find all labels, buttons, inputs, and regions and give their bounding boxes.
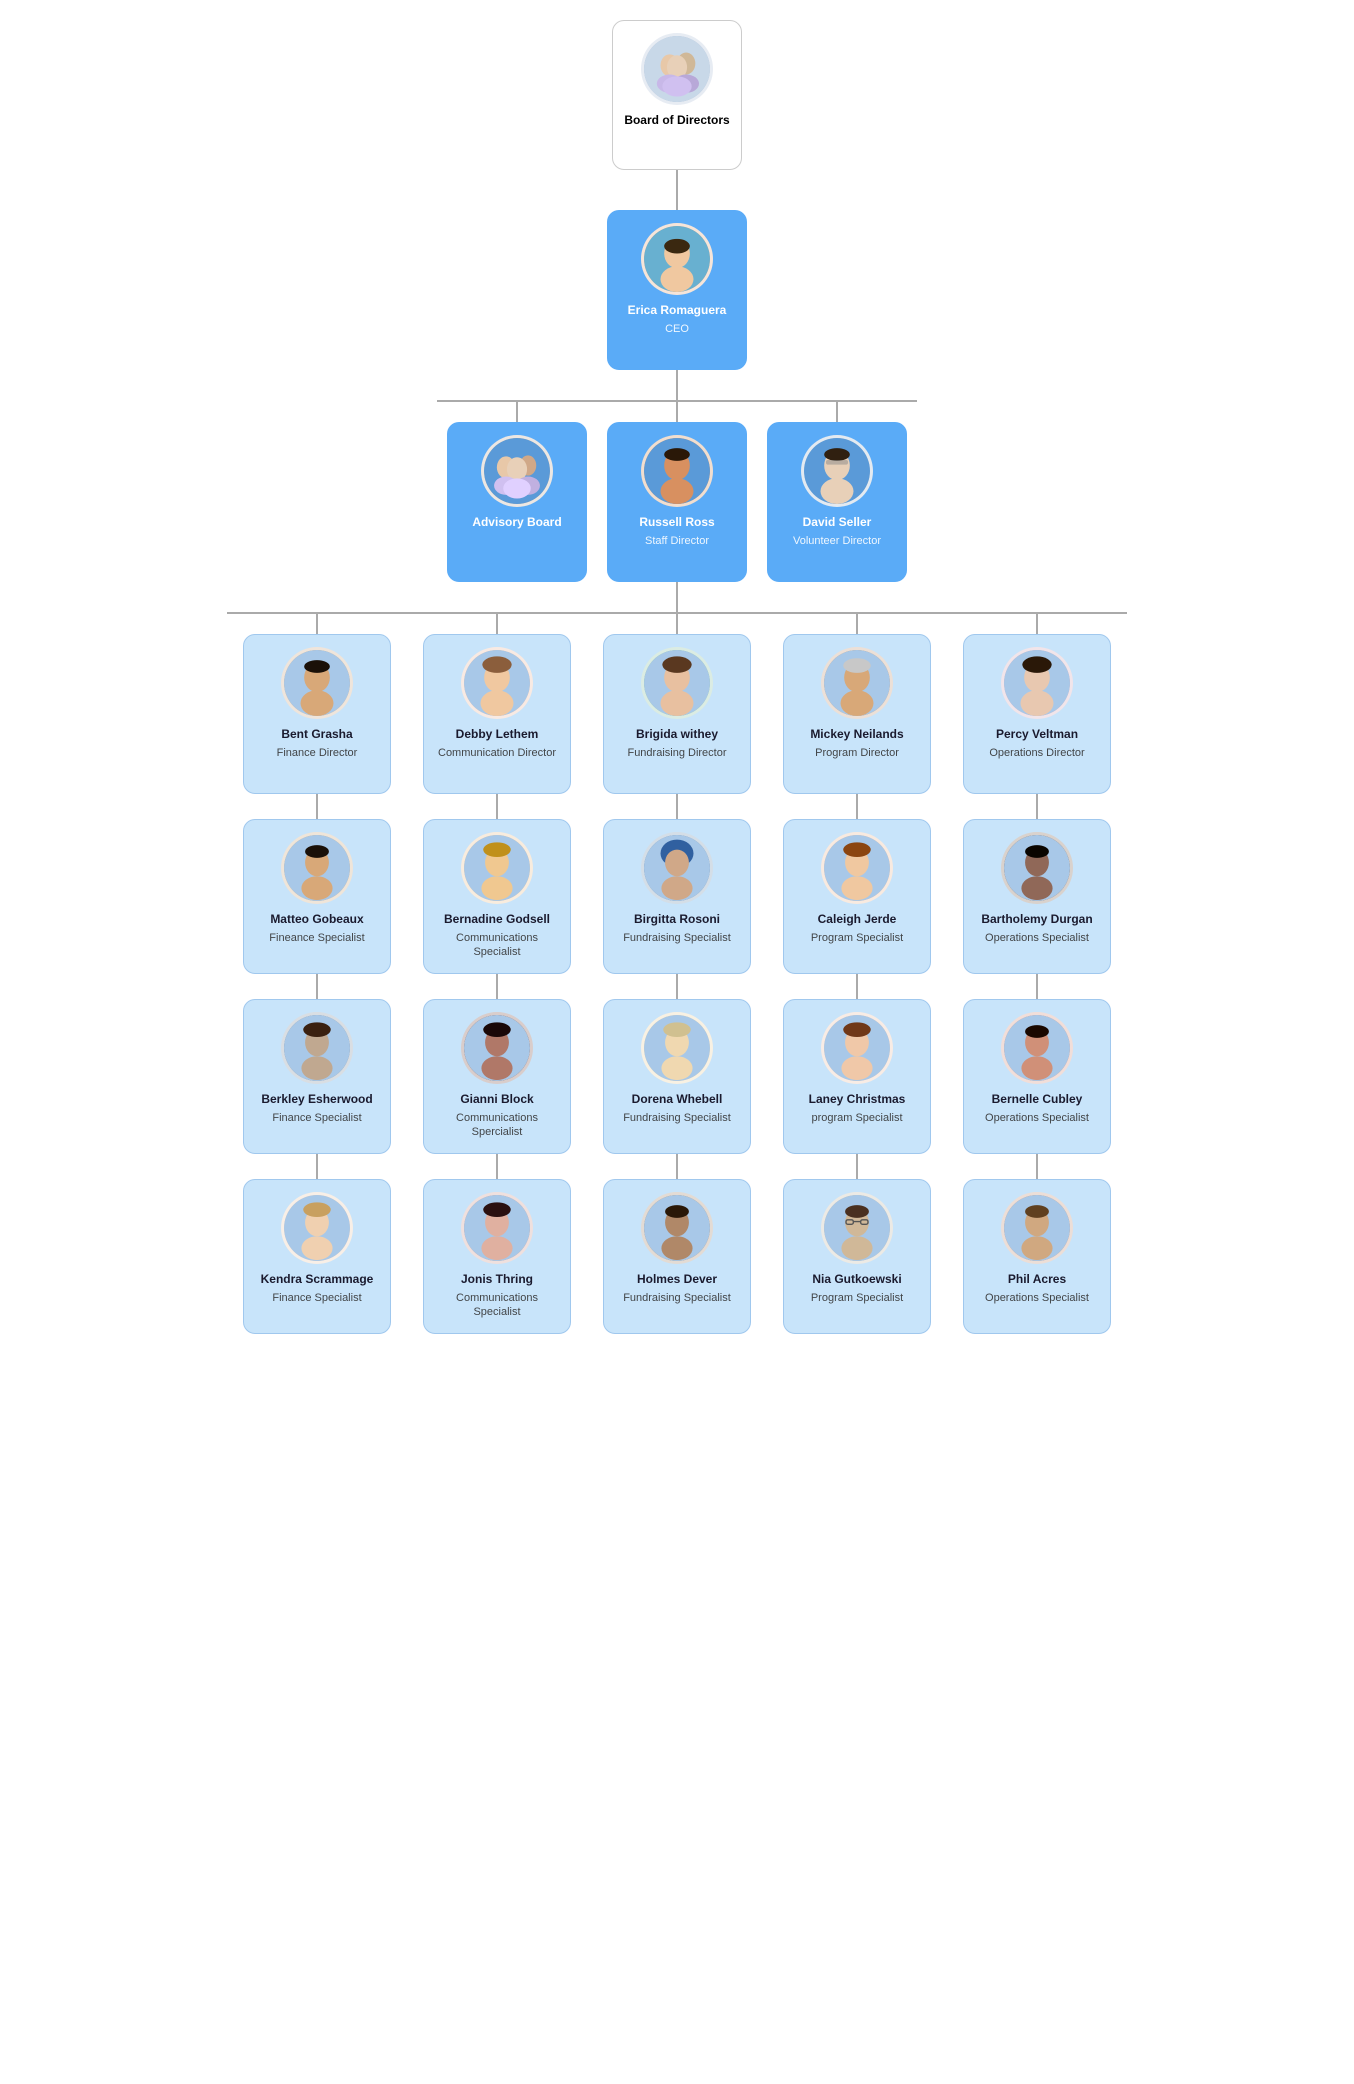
nia-name: Nia Gutkoewski [812, 1272, 901, 1288]
col-russell: Russell Ross Staff Director [597, 422, 757, 582]
node-berkley[interactable]: Berkley Esherwood Finance Specialist [243, 999, 391, 1154]
laney-title: program Specialist [811, 1111, 902, 1125]
node-laney[interactable]: Laney Christmas program Specialist [783, 999, 931, 1154]
mickey-name: Mickey Neilands [810, 727, 903, 743]
laney-name: Laney Christmas [809, 1092, 906, 1108]
node-advisory[interactable]: Advisory Board [447, 422, 587, 582]
phil-title: Operations Specialist [985, 1291, 1089, 1305]
node-russell[interactable]: Russell Ross Staff Director [607, 422, 747, 582]
mickey-title: Program Director [815, 746, 899, 760]
node-mickey[interactable]: Mickey Neilands Program Director [783, 634, 931, 794]
node-birgitta[interactable]: Birgitta Rosoni Fundraising Specialist [603, 819, 751, 974]
debby-title: Communication Director [438, 746, 556, 760]
node-nia[interactable]: Nia Gutkoewski Program Specialist [783, 1179, 931, 1334]
node-debby[interactable]: Debby Lethem Communication Director [423, 634, 571, 794]
matteo-name: Matteo Gobeaux [270, 912, 363, 928]
brigida-title: Fundraising Director [627, 746, 726, 760]
phil-name: Phil Acres [1008, 1272, 1066, 1288]
bernadine-title: Communications Specialist [434, 931, 560, 960]
berkley-name: Berkley Esherwood [261, 1092, 372, 1108]
node-ceo[interactable]: Erica Romaguera CEO [607, 210, 747, 370]
connector-root-ceo [676, 170, 678, 210]
node-bartholemy[interactable]: Bartholemy Durgan Operations Specialist [963, 819, 1111, 974]
node-phil[interactable]: Phil Acres Operations Specialist [963, 1179, 1111, 1334]
bent-title: Finance Director [277, 746, 358, 760]
gianni-title: Communications Spercialist [434, 1111, 560, 1140]
node-gianni[interactable]: Gianni Block Communications Spercialist [423, 999, 571, 1154]
matteo-title: Fineance Specialist [269, 931, 364, 945]
caleigh-name: Caleigh Jerde [818, 912, 897, 928]
ceo-title: CEO [665, 322, 689, 336]
kendra-title: Finance Specialist [272, 1291, 361, 1305]
nia-title: Program Specialist [811, 1291, 903, 1305]
node-bernadine[interactable]: Bernadine Godsell Communications Special… [423, 819, 571, 974]
dorena-title: Fundraising Specialist [623, 1111, 731, 1125]
node-jonis[interactable]: Jonis Thring Communications Specialist [423, 1179, 571, 1334]
node-brigida[interactable]: Brigida withey Fundraising Director [603, 634, 751, 794]
kendra-name: Kendra Scrammage [261, 1272, 374, 1288]
debby-name: Debby Lethem [456, 727, 539, 743]
birgitta-name: Birgitta Rosoni [634, 912, 720, 928]
advisory-name: Advisory Board [472, 515, 561, 531]
connector-ceo-down [676, 370, 678, 400]
col-advisory: Advisory Board [437, 422, 597, 582]
node-dorena[interactable]: Dorena Whebell Fundraising Specialist [603, 999, 751, 1154]
node-kendra[interactable]: Kendra Scrammage Finance Specialist [243, 1179, 391, 1334]
org-chart: Board of Directors Erica Romaguera CEO [0, 0, 1354, 1354]
bernadine-name: Bernadine Godsell [444, 912, 550, 928]
node-holmes[interactable]: Holmes Dever Fundraising Specialist [603, 1179, 751, 1334]
node-bent[interactable]: Bent Grasha Finance Director [243, 634, 391, 794]
brigida-name: Brigida withey [636, 727, 718, 743]
percy-title: Operations Director [989, 746, 1084, 760]
dorena-name: Dorena Whebell [632, 1092, 723, 1108]
holmes-name: Holmes Dever [637, 1272, 717, 1288]
bartholemy-title: Operations Specialist [985, 931, 1089, 945]
jonis-title: Communications Specialist [434, 1291, 560, 1320]
col-david: David Seller Volunteer Director [757, 422, 917, 582]
node-matteo[interactable]: Matteo Gobeaux Fineance Specialist [243, 819, 391, 974]
bernelle-name: Bernelle Cubley [992, 1092, 1083, 1108]
gianni-name: Gianni Block [460, 1092, 533, 1108]
bartholemy-name: Bartholemy Durgan [981, 912, 1092, 928]
node-bernelle[interactable]: Bernelle Cubley Operations Specialist [963, 999, 1111, 1154]
russell-title: Staff Director [645, 534, 709, 548]
node-david[interactable]: David Seller Volunteer Director [767, 422, 907, 582]
holmes-title: Fundraising Specialist [623, 1291, 731, 1305]
node-percy[interactable]: Percy Veltman Operations Director [963, 634, 1111, 794]
berkley-title: Finance Specialist [272, 1111, 361, 1125]
david-name: David Seller [803, 515, 872, 531]
jonis-name: Jonis Thring [461, 1272, 533, 1288]
bent-name: Bent Grasha [281, 727, 352, 743]
board-name: Board of Directors [624, 113, 729, 129]
david-title: Volunteer Director [793, 534, 881, 548]
node-board[interactable]: Board of Directors [612, 20, 742, 170]
bernelle-title: Operations Specialist [985, 1111, 1089, 1125]
russell-name: Russell Ross [639, 515, 714, 531]
ceo-name: Erica Romaguera [628, 303, 727, 319]
node-caleigh[interactable]: Caleigh Jerde Program Specialist [783, 819, 931, 974]
caleigh-title: Program Specialist [811, 931, 903, 945]
percy-name: Percy Veltman [996, 727, 1078, 743]
birgitta-title: Fundraising Specialist [623, 931, 731, 945]
